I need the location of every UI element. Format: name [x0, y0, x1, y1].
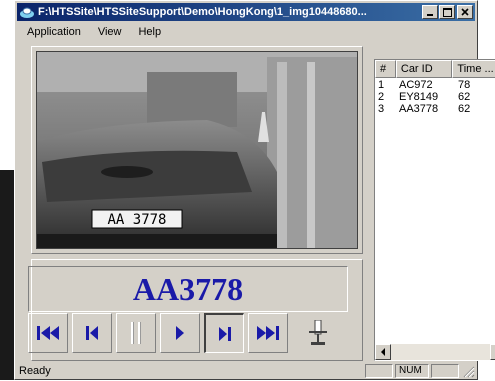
car-list-rows: 1 AC972 78 2 EY8149 62 3 AA3778 62 — [375, 79, 495, 115]
recognized-plate-display: AA3778 — [28, 266, 348, 312]
play-icon — [176, 326, 184, 340]
pause-button[interactable] — [116, 313, 156, 353]
scroll-left-button[interactable] — [375, 344, 391, 360]
next-frame-button[interactable] — [204, 313, 244, 353]
column-header-car-id[interactable]: Car ID — [395, 60, 453, 78]
table-row[interactable]: 2 EY8149 62 — [375, 91, 495, 103]
row-time: 78 — [458, 79, 471, 91]
status-pane-empty — [431, 364, 459, 378]
status-pane-empty — [365, 364, 393, 378]
menu-view[interactable]: View — [88, 26, 129, 38]
row-time: 62 — [458, 91, 471, 103]
row-number: 2 — [378, 91, 385, 103]
camera-image: AA 3778 — [36, 51, 358, 249]
status-text: Ready — [19, 365, 51, 377]
row-car-id: EY8149 — [399, 91, 439, 103]
title-bar[interactable]: F:\HTSSite\HTSSiteSupport\Demo\HongKong\… — [17, 3, 475, 21]
close-icon — [461, 8, 469, 16]
minimize-icon — [427, 14, 433, 16]
arrow-left-icon — [381, 348, 385, 356]
list-header: # Car ID Time ... — [375, 60, 495, 78]
close-button[interactable] — [457, 5, 473, 19]
menu-help[interactable]: Help — [128, 26, 168, 38]
maximize-button[interactable] — [439, 5, 455, 19]
row-number: 3 — [378, 103, 385, 115]
column-header-number[interactable]: # — [375, 60, 396, 78]
playback-controls — [28, 313, 342, 353]
car-list-panel: # Car ID Time ... 1 AC972 78 2 EY8149 62… — [374, 59, 495, 361]
row-time: 62 — [458, 103, 471, 115]
minimize-button[interactable] — [422, 5, 438, 19]
row-car-id: AC972 — [399, 79, 433, 91]
table-row[interactable]: 1 AC972 78 — [375, 79, 495, 91]
desktop-background — [0, 170, 14, 380]
resize-grip-icon[interactable] — [461, 364, 475, 378]
horizontal-scrollbar[interactable] — [375, 344, 495, 360]
first-frame-button[interactable] — [28, 313, 68, 353]
window-title: F:\HTSSite\HTSSiteSupport\Demo\HongKong\… — [38, 6, 367, 18]
menu-bar: Application View Help — [17, 23, 475, 41]
scroll-right-button[interactable] — [490, 344, 495, 360]
scroll-track[interactable] — [391, 344, 490, 360]
column-header-time[interactable]: Time ... — [452, 60, 495, 78]
step-forward-icon — [218, 326, 231, 341]
app-icon — [19, 5, 35, 19]
last-frame-button[interactable] — [248, 313, 288, 353]
skip-to-end-icon — [257, 326, 279, 340]
maximize-icon — [442, 7, 452, 17]
play-button[interactable] — [160, 313, 200, 353]
previous-frame-button[interactable] — [72, 313, 112, 353]
step-back-icon — [86, 326, 98, 340]
video-plate-text: AA 3778 — [107, 212, 166, 228]
video-frame: AA 3778 — [31, 46, 363, 254]
trigger-button[interactable] — [298, 313, 338, 353]
skip-to-start-icon — [37, 326, 59, 340]
status-bar: Ready NUM — [17, 363, 475, 379]
row-car-id: AA3778 — [399, 103, 439, 115]
trigger-sensor-icon — [309, 320, 327, 345]
row-number: 1 — [378, 79, 385, 91]
pause-icon — [131, 322, 141, 344]
num-lock-indicator: NUM — [395, 364, 429, 378]
table-row[interactable]: 3 AA3778 62 — [375, 103, 495, 115]
menu-application[interactable]: Application — [17, 26, 88, 38]
app-window: F:\HTSSite\HTSSiteSupport\Demo\HongKong\… — [14, 0, 495, 380]
